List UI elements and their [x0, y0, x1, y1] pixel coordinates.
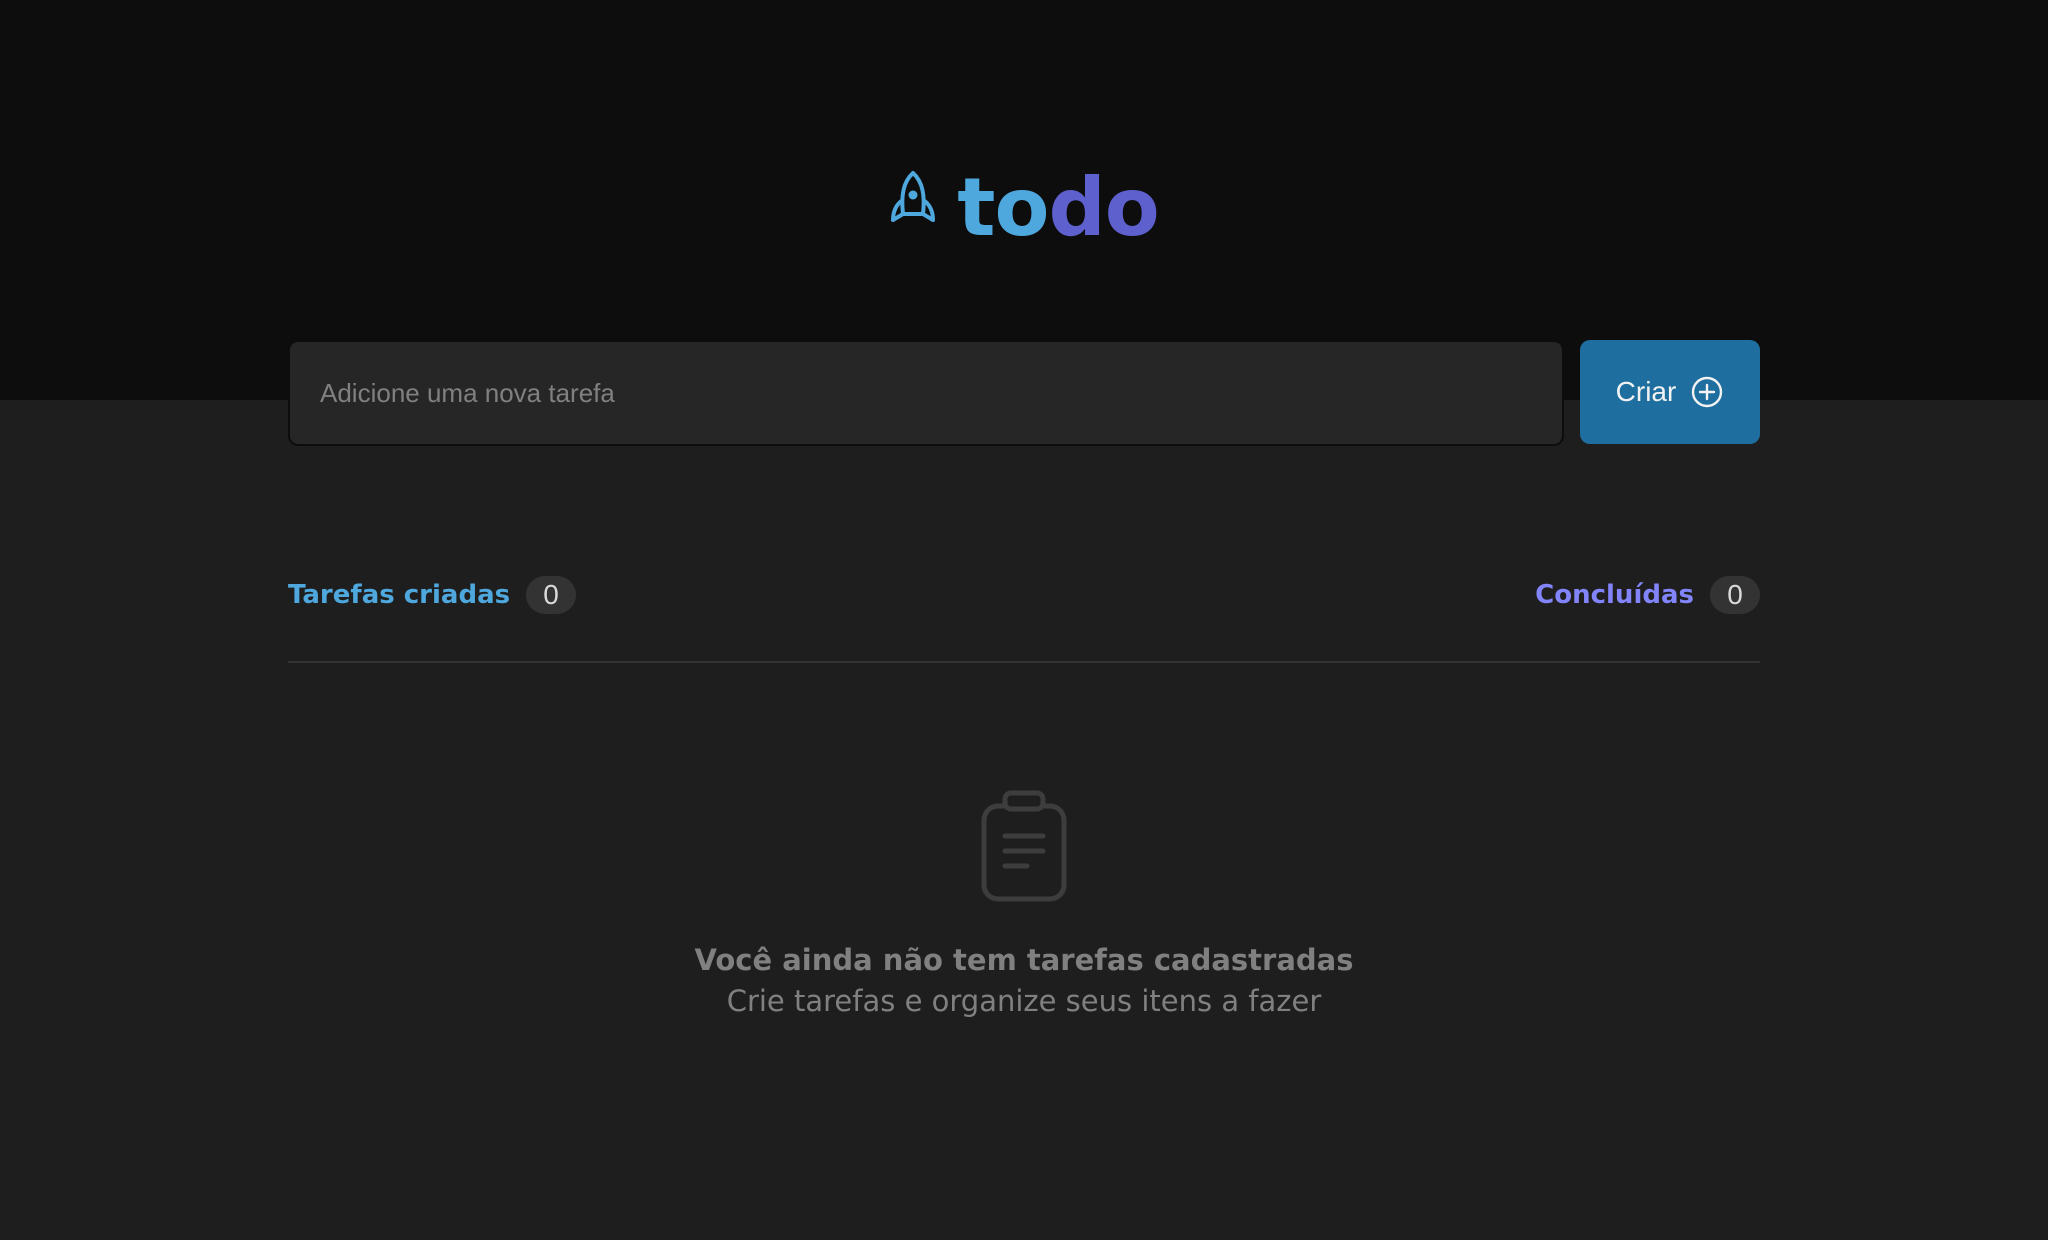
done-label: Concluídas — [1535, 580, 1694, 610]
logo: todo — [0, 168, 2048, 248]
created-count-badge: 0 — [526, 576, 577, 614]
empty-state-title: Você ainda não tem tarefas cadastradas — [694, 943, 1354, 977]
done-counter: Concluídas 0 — [1535, 576, 1760, 614]
done-count-badge: 0 — [1710, 576, 1760, 614]
divider — [288, 661, 1760, 663]
plus-circle-icon — [1692, 376, 1723, 408]
create-button[interactable]: Criar — [1580, 340, 1760, 444]
new-task-form: Criar — [288, 340, 1760, 448]
created-counter: Tarefas criadas 0 — [288, 576, 577, 614]
logo-text-to: to — [957, 161, 1049, 254]
clipboard-icon — [981, 790, 1067, 902]
new-task-input[interactable] — [288, 340, 1564, 446]
empty-state-subtitle: Crie tarefas e organize seus itens a faz… — [726, 984, 1322, 1018]
logo-text: todo — [957, 168, 1159, 248]
empty-state: Você ainda não tem tarefas cadastradas C… — [288, 790, 1760, 1022]
rocket-icon — [891, 171, 936, 244]
create-button-label: Criar — [1615, 376, 1677, 407]
created-label: Tarefas criadas — [288, 580, 511, 610]
logo-text-do: do — [1048, 161, 1159, 254]
task-counters: Tarefas criadas 0 Concluídas 0 — [288, 576, 1760, 614]
